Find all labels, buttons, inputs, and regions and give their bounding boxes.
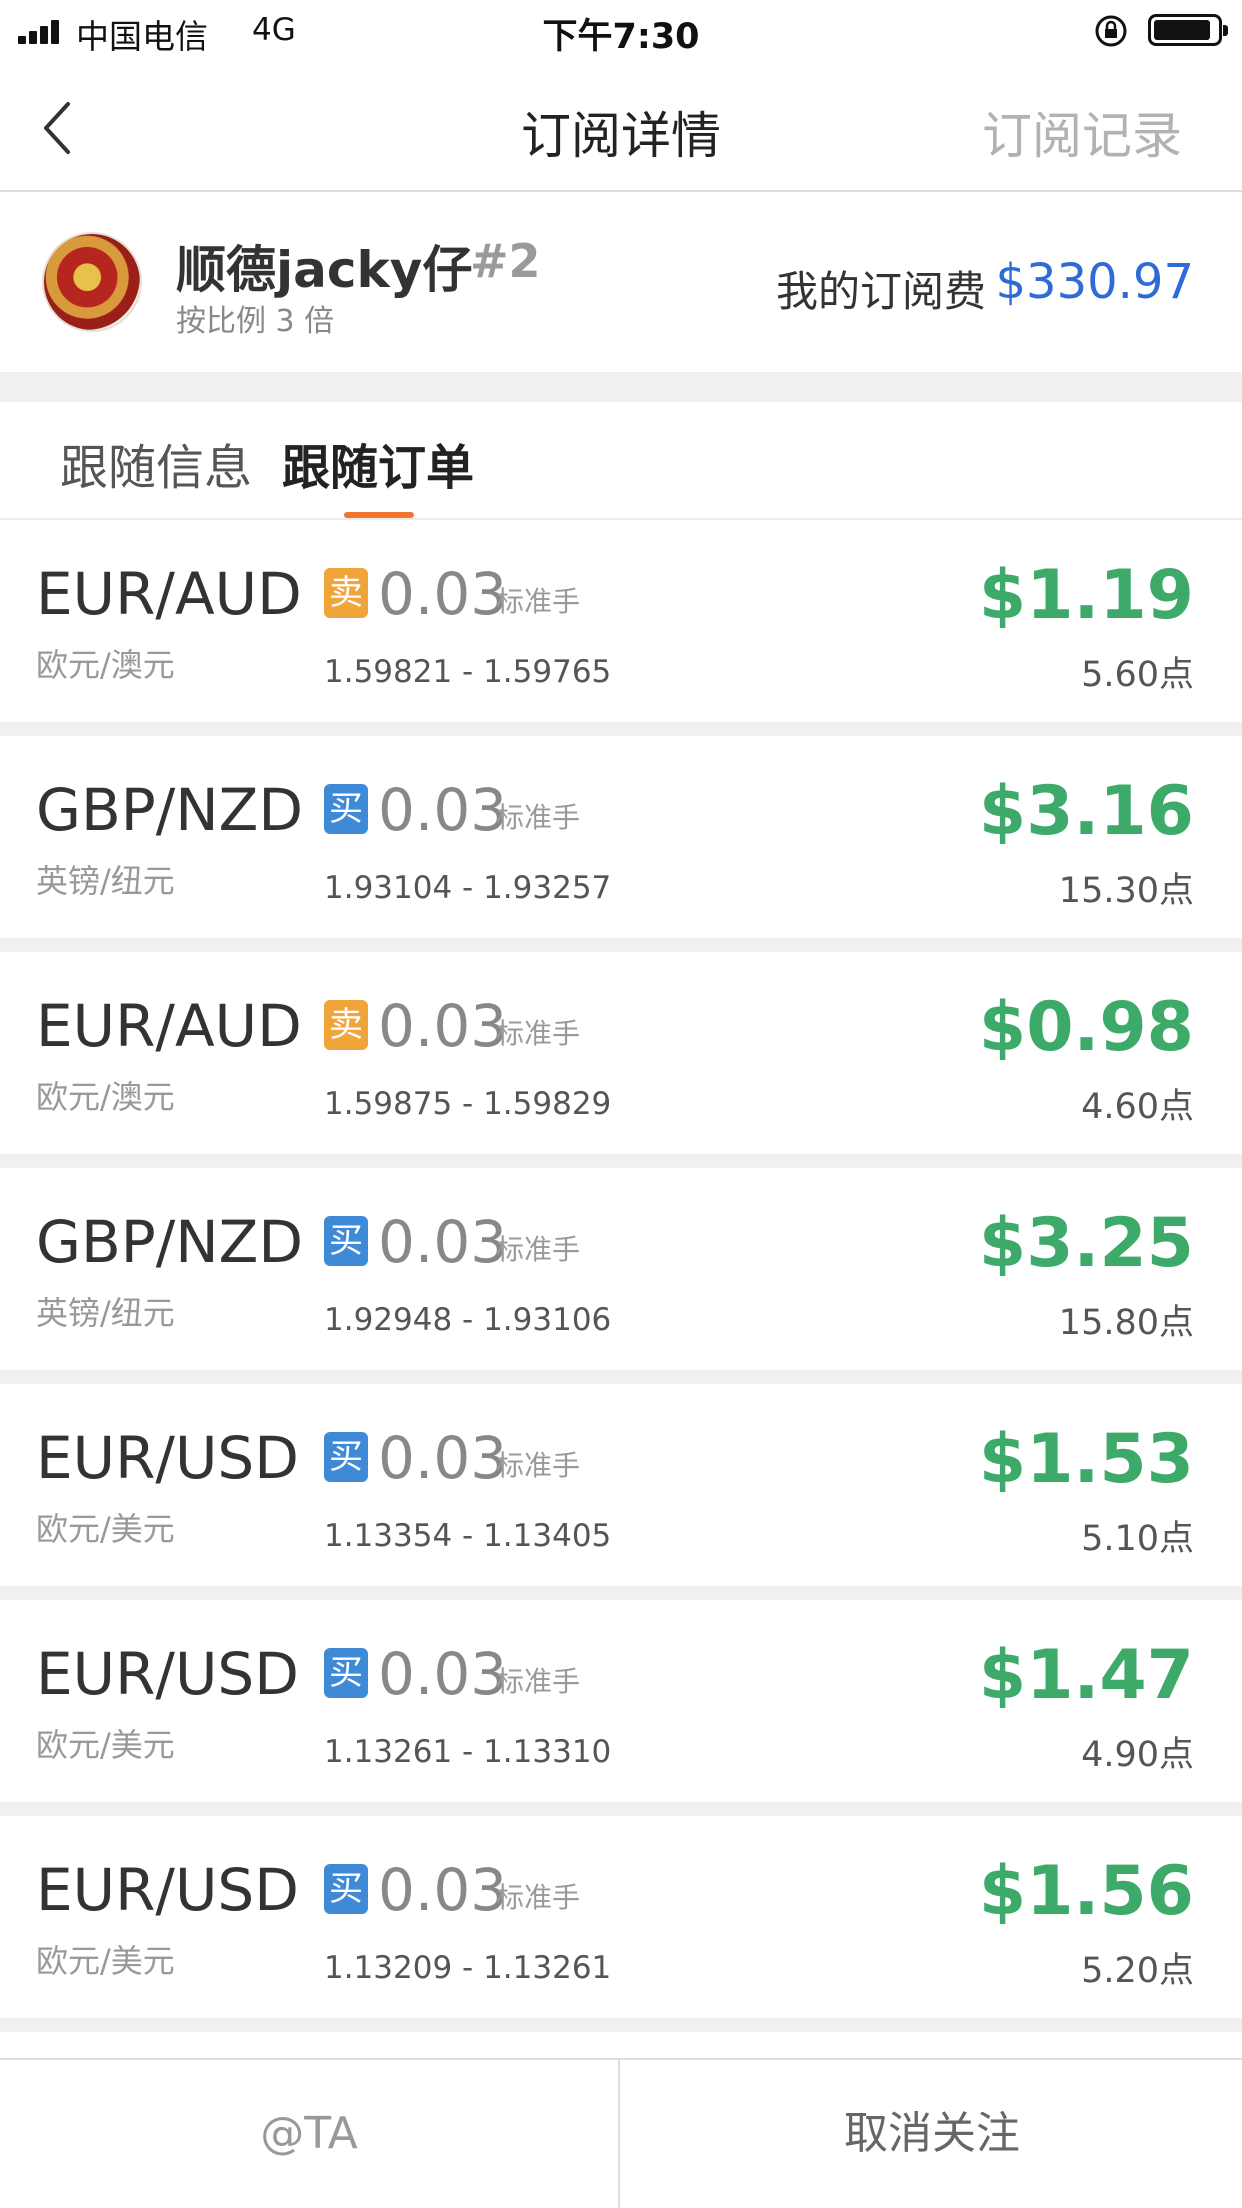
lot-unit: 标准手	[496, 1233, 581, 1266]
lot-size: 0.03	[378, 1424, 508, 1492]
lot-size: 0.03	[378, 776, 508, 844]
profit-amount: $3.25	[978, 1204, 1194, 1283]
currency-pair-cn: 英镑/纽元	[36, 862, 175, 900]
lot-unit: 标准手	[496, 1881, 581, 1914]
order-row[interactable]: EUR/AUD 欧元/澳元 卖 0.03 标准手 1.59821 - 1.597…	[0, 520, 1242, 736]
currency-pair-cn: 欧元/澳元	[36, 646, 175, 684]
lot-unit: 标准手	[496, 585, 581, 618]
price-range: 1.13261 - 1.13310	[324, 1734, 612, 1770]
profit-amount: $1.53	[978, 1420, 1194, 1499]
profit-amount: $1.19	[978, 556, 1194, 635]
row-divider	[0, 1154, 1242, 1168]
direction-badge: 买	[324, 1432, 368, 1482]
direction-badge: 买	[324, 1864, 368, 1914]
trader-name: 顺德jacky仔	[176, 241, 473, 299]
profit-points: 5.60点	[1081, 655, 1194, 695]
lot-unit: 标准手	[496, 1017, 581, 1050]
currency-pair-cn: 欧元/美元	[36, 1942, 175, 1980]
row-divider	[0, 1802, 1242, 1816]
order-row[interactable]: GBP/NZD 英镑/纽元 买 0.03 标准手 1.93104 - 1.932…	[0, 736, 1242, 952]
profit-points: 5.10点	[1081, 1519, 1194, 1559]
price-range: 1.92948 - 1.93106	[324, 1302, 612, 1338]
price-range: 1.13354 - 1.13405	[324, 1518, 612, 1554]
bottom-action-bar: @TA 取消关注	[0, 2058, 1242, 2208]
direction-badge: 卖	[324, 568, 368, 618]
order-row[interactable]: EUR/USD 欧元/美元 买 0.03 标准手 1.13209 - 1.132…	[0, 1816, 1242, 2032]
mention-button[interactable]: @TA	[0, 2060, 620, 2208]
profit-amount: $1.47	[978, 1636, 1194, 1715]
battery-icon	[1148, 14, 1228, 46]
profit-points: 15.30点	[1058, 871, 1194, 911]
profit-amount: $0.98	[978, 988, 1194, 1067]
avatar[interactable]	[42, 232, 142, 332]
currency-pair: EUR/AUD	[36, 560, 302, 628]
section-divider	[0, 372, 1242, 402]
subscription-fee-label: 我的订阅费	[776, 267, 987, 316]
order-row[interactable]: GBP/NZD 英镑/纽元 买 0.03 标准手 1.92948 - 1.931…	[0, 1168, 1242, 1384]
order-list: EUR/AUD 欧元/澳元 卖 0.03 标准手 1.59821 - 1.597…	[0, 520, 1242, 2032]
tab-follow-info[interactable]: 跟随信息	[60, 428, 252, 498]
profit-points: 15.80点	[1058, 1303, 1194, 1343]
trader-profile: 顺德jacky仔 #2 按比例 3 倍 我的订阅费 $330.97	[0, 192, 1242, 372]
currency-pair: GBP/NZD	[36, 776, 304, 844]
lot-size: 0.03	[378, 1208, 508, 1276]
order-row[interactable]: EUR/USD 欧元/美元 买 0.03 标准手 1.13261 - 1.133…	[0, 1600, 1242, 1816]
price-range: 1.59875 - 1.59829	[324, 1086, 612, 1122]
trader-rank: #2	[470, 234, 541, 288]
order-row[interactable]: EUR/USD 欧元/美元 买 0.03 标准手 1.13354 - 1.134…	[0, 1384, 1242, 1600]
lot-size: 0.03	[378, 1856, 508, 1924]
tab-bar: 跟随信息 跟随订单	[0, 402, 1242, 520]
profit-points: 5.20点	[1081, 1951, 1194, 1991]
currency-pair: EUR/USD	[36, 1856, 299, 1924]
profit-points: 4.90点	[1081, 1735, 1194, 1775]
active-tab-indicator	[344, 512, 414, 518]
nav-bar: 订阅详情 订阅记录	[0, 62, 1242, 192]
lot-unit: 标准手	[496, 1449, 581, 1482]
direction-badge: 卖	[324, 1000, 368, 1050]
profit-amount: $1.56	[978, 1852, 1194, 1931]
currency-pair: EUR/AUD	[36, 992, 302, 1060]
lot-size: 0.03	[378, 560, 508, 628]
price-range: 1.59821 - 1.59765	[324, 654, 612, 690]
lot-size: 0.03	[378, 992, 508, 1060]
currency-pair-cn: 欧元/美元	[36, 1510, 175, 1548]
currency-pair-cn: 欧元/美元	[36, 1726, 175, 1764]
lot-size: 0.03	[378, 1640, 508, 1708]
currency-pair-cn: 英镑/纽元	[36, 1294, 175, 1332]
row-divider	[0, 1586, 1242, 1600]
lot-unit: 标准手	[496, 1665, 581, 1698]
currency-pair: EUR/USD	[36, 1640, 299, 1708]
row-divider	[0, 722, 1242, 736]
unfollow-button[interactable]: 取消关注	[622, 2060, 1242, 2208]
price-range: 1.13209 - 1.13261	[324, 1950, 612, 1986]
direction-badge: 买	[324, 1216, 368, 1266]
currency-pair: GBP/NZD	[36, 1208, 304, 1276]
subscription-records-button[interactable]: 订阅记录	[982, 96, 1182, 168]
follow-ratio: 按比例 3 倍	[176, 304, 335, 339]
orientation-lock-icon	[1095, 15, 1127, 47]
direction-badge: 买	[324, 1648, 368, 1698]
row-divider	[0, 938, 1242, 952]
price-range: 1.93104 - 1.93257	[324, 870, 612, 906]
subscription-fee-value: $330.97	[995, 254, 1195, 310]
profit-amount: $3.16	[978, 772, 1194, 851]
status-bar: 中国电信 4G 下午7:30	[0, 0, 1242, 62]
row-divider	[0, 2018, 1242, 2032]
direction-badge: 买	[324, 784, 368, 834]
currency-pair: EUR/USD	[36, 1424, 299, 1492]
tab-follow-orders[interactable]: 跟随订单	[282, 428, 474, 498]
row-divider	[0, 1370, 1242, 1384]
order-row[interactable]: EUR/AUD 欧元/澳元 卖 0.03 标准手 1.59875 - 1.598…	[0, 952, 1242, 1168]
status-time: 下午7:30	[542, 17, 700, 57]
currency-pair-cn: 欧元/澳元	[36, 1078, 175, 1116]
lot-unit: 标准手	[496, 801, 581, 834]
profit-points: 4.60点	[1081, 1087, 1194, 1127]
